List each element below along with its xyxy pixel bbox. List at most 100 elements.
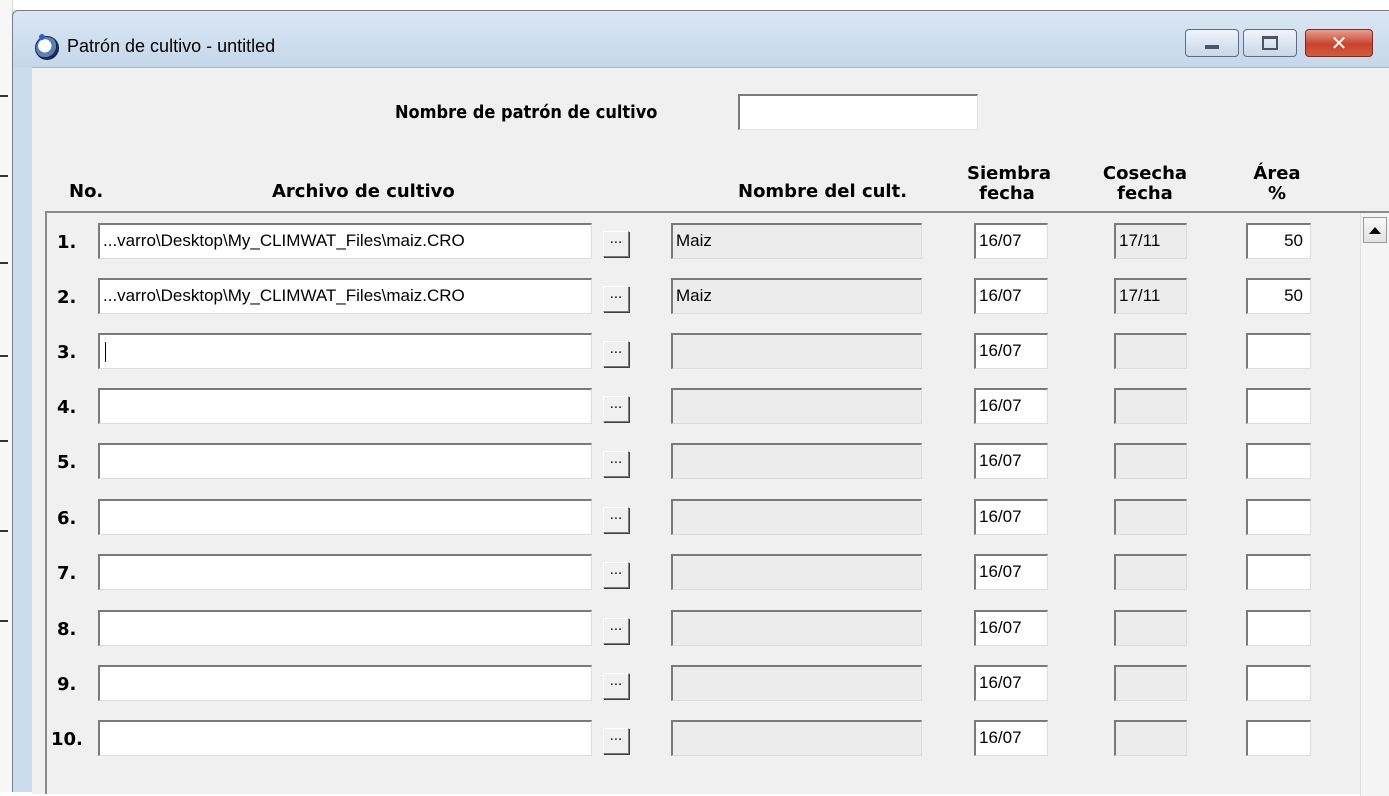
text-cursor (105, 341, 106, 362)
header-planting-date-line2: fecha (979, 183, 1035, 204)
row-number: 4. (57, 397, 77, 418)
crop-name-field (671, 554, 922, 590)
row-number: 2. (57, 287, 77, 308)
planting-date-input[interactable]: 16/07 (974, 223, 1048, 259)
area-percent-input[interactable] (1246, 610, 1311, 646)
background-mark (0, 620, 8, 622)
table-row: 6. ... 16/07 (47, 497, 1347, 541)
header-crop-file: Archivo de cultivo (272, 181, 455, 202)
crop-name-field (671, 665, 922, 701)
table-row: 1. ...varro\Desktop\My_CLIMWAT_Files\mai… (47, 221, 1347, 265)
minimize-button[interactable] (1185, 29, 1239, 57)
pattern-name-input[interactable] (738, 94, 978, 130)
header-area-line2: % (1267, 183, 1287, 204)
row-number: 1. (57, 232, 77, 253)
background-mark (0, 355, 8, 357)
harvest-date-field: 17/11 (1114, 278, 1187, 314)
crop-rows-panel: 1. ...varro\Desktop\My_CLIMWAT_Files\mai… (45, 211, 1389, 796)
row-number: 9. (57, 674, 77, 695)
row-number: 8. (57, 619, 77, 640)
crop-file-input[interactable] (98, 610, 592, 646)
header-harvest-date-line1: Cosecha (1102, 163, 1188, 184)
background-mark (0, 175, 8, 177)
crop-file-input[interactable]: ...varro\Desktop\My_CLIMWAT_Files\maiz.C… (98, 278, 592, 314)
crop-name-field (671, 499, 922, 535)
crop-file-input[interactable]: ...varro\Desktop\My_CLIMWAT_Files\maiz.C… (98, 223, 592, 259)
crop-file-input[interactable] (98, 443, 592, 479)
harvest-date-field (1114, 499, 1187, 535)
harvest-date-field (1114, 388, 1187, 424)
planting-date-input[interactable]: 16/07 (974, 720, 1048, 756)
maximize-button[interactable] (1243, 29, 1297, 57)
window-title: Patrón de cultivo - untitled (67, 36, 276, 56)
planting-date-input[interactable]: 16/07 (974, 499, 1048, 535)
planting-date-input[interactable]: 16/07 (974, 665, 1048, 701)
background-mark (0, 530, 8, 532)
planting-date-input[interactable]: 16/07 (974, 610, 1048, 646)
table-row: 5. ... 16/07 (47, 441, 1347, 485)
close-button[interactable]: ✕ (1305, 29, 1373, 57)
browse-button[interactable]: ... (603, 673, 629, 699)
browse-button[interactable]: ... (603, 507, 629, 533)
crop-name-field: Maiz (671, 278, 922, 314)
harvest-date-field (1114, 333, 1187, 369)
crop-pattern-window: Patrón de cultivo - untitled ✕ Nombre de… (12, 10, 1389, 796)
area-percent-input[interactable] (1246, 443, 1311, 479)
client-area: Nombre de patrón de cultivo No. Archivo … (32, 67, 1389, 796)
planting-date-input[interactable]: 16/07 (974, 554, 1048, 590)
header-crop-name: Nombre del cult. (738, 181, 908, 202)
planting-date-input[interactable]: 16/07 (974, 278, 1048, 314)
table-row: 3. ... 16/07 (47, 331, 1347, 375)
row-number: 3. (57, 342, 77, 363)
browse-button[interactable]: ... (603, 286, 629, 312)
title-bar[interactable]: Patrón de cultivo - untitled ✕ (13, 11, 1389, 67)
harvest-date-field (1114, 443, 1187, 479)
vertical-scrollbar[interactable] (1360, 213, 1389, 796)
row-number: 6. (57, 508, 77, 529)
crop-file-input[interactable] (98, 720, 592, 756)
browse-button[interactable]: ... (603, 231, 629, 257)
header-area: Área % (1247, 164, 1307, 204)
table-row: 2. ...varro\Desktop\My_CLIMWAT_Files\mai… (47, 276, 1347, 320)
browse-button[interactable]: ... (603, 451, 629, 477)
browse-button[interactable]: ... (603, 396, 629, 422)
crop-file-input[interactable] (98, 333, 592, 369)
header-harvest-date: Cosecha fecha (1100, 164, 1190, 204)
scroll-up-button[interactable] (1363, 217, 1387, 243)
crop-file-input[interactable] (98, 554, 592, 590)
close-icon: ✕ (1330, 31, 1348, 55)
browse-button[interactable]: ... (603, 562, 629, 588)
background-mark (0, 95, 8, 97)
area-percent-input[interactable] (1246, 388, 1311, 424)
area-percent-input[interactable] (1246, 333, 1311, 369)
crop-name-field (671, 388, 922, 424)
minimize-icon (1205, 45, 1219, 49)
header-no: No. (69, 181, 104, 202)
maximize-icon (1262, 36, 1278, 50)
table-row: 4. ... 16/07 (47, 386, 1347, 430)
crop-name-field (671, 333, 922, 369)
area-percent-input[interactable] (1246, 665, 1311, 701)
area-percent-input[interactable]: 50 (1246, 278, 1311, 314)
harvest-date-field: 17/11 (1114, 223, 1187, 259)
area-percent-input[interactable]: 50 (1246, 223, 1311, 259)
area-percent-input[interactable] (1246, 554, 1311, 590)
area-percent-input[interactable] (1246, 499, 1311, 535)
row-number: 7. (57, 563, 77, 584)
crop-file-input[interactable] (98, 499, 592, 535)
browse-button[interactable]: ... (603, 618, 629, 644)
globe-icon[interactable] (35, 34, 59, 60)
browse-button[interactable]: ... (603, 341, 629, 367)
header-planting-date: Siembra fecha (967, 163, 1052, 204)
header-planting-date-line1: Siembra (967, 163, 1052, 184)
table-row: 7. ... 16/07 (47, 552, 1347, 596)
area-percent-input[interactable] (1246, 720, 1311, 756)
header-harvest-date-line2: fecha (1117, 183, 1173, 204)
background-mark (0, 262, 8, 264)
planting-date-input[interactable]: 16/07 (974, 333, 1048, 369)
browse-button[interactable]: ... (603, 728, 629, 754)
crop-file-input[interactable] (98, 665, 592, 701)
planting-date-input[interactable]: 16/07 (974, 388, 1048, 424)
planting-date-input[interactable]: 16/07 (974, 443, 1048, 479)
crop-file-input[interactable] (98, 388, 592, 424)
